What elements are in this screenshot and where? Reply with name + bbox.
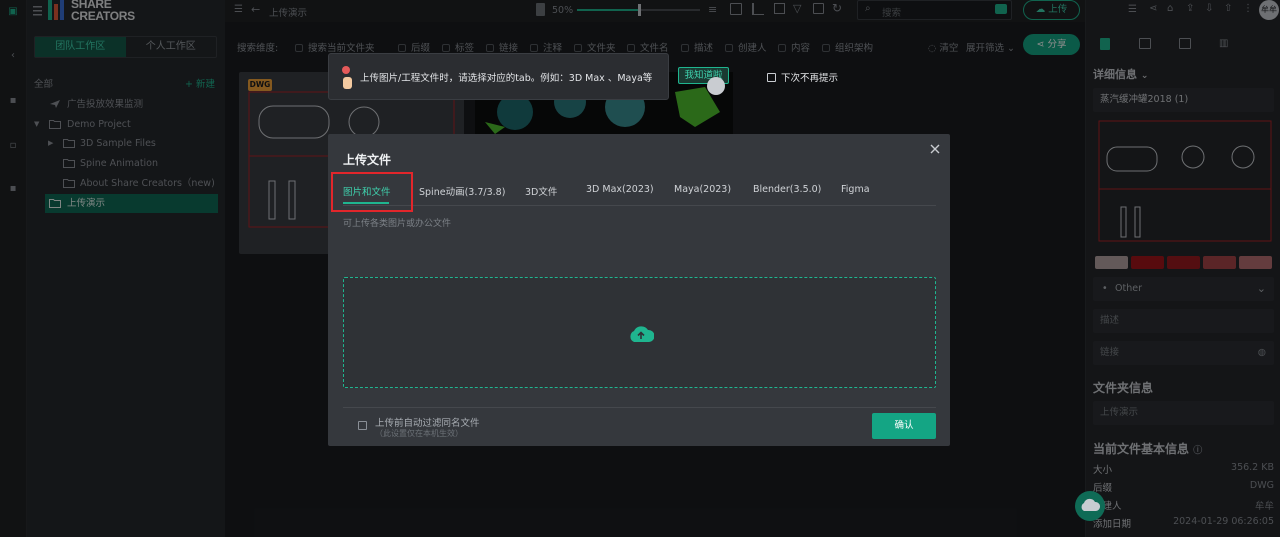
upload-hint-tooltip: 上传图片/工程文件时，请选择对应的tab。例如：3D Max 、Maya等 <box>328 53 669 100</box>
modal-title: 上传文件 <box>343 153 392 167</box>
tooltip-text: 上传图片/工程文件时，请选择对应的tab。例如：3D Max 、Maya等 <box>360 73 653 84</box>
confirm-button[interactable]: 确认 <box>872 413 936 439</box>
modal-footer-divider <box>343 407 936 408</box>
upload-type-tabs: 图片和文件 Spine动画(3.7/3.8) 3D文件 3D Max(2023)… <box>343 178 936 206</box>
tab-3dmax[interactable]: 3D Max(2023) <box>586 184 654 195</box>
cloud-upload-icon <box>630 326 654 342</box>
skip-duplicates-label: 上传前自动过滤同名文件 <box>375 418 480 429</box>
highlight-box <box>331 172 413 212</box>
hand-point-icon <box>342 66 352 89</box>
cloud-icon <box>1081 498 1101 511</box>
modal-subtitle: 可上传各类图片或办公文件 <box>343 219 452 229</box>
skip-duplicates-hint: （此设置仅在本机生效） <box>375 429 463 438</box>
upload-modal: 上传文件 图片和文件 Spine动画(3.7/3.8) 3D文件 3D Max(… <box>328 134 950 446</box>
drop-zone[interactable] <box>343 277 936 388</box>
dont-show-again-checkbox[interactable]: 下次不再提示 <box>767 70 838 84</box>
close-icon[interactable] <box>928 142 942 156</box>
tab-spine[interactable]: Spine动画(3.7/3.8) <box>419 184 505 198</box>
tab-3d-file[interactable]: 3D文件 <box>525 184 557 198</box>
cursor-icon <box>707 77 725 95</box>
tab-figma[interactable]: Figma <box>841 184 870 195</box>
checkbox-box[interactable] <box>358 421 367 430</box>
floating-action-button[interactable] <box>1075 491 1105 521</box>
tab-maya[interactable]: Maya(2023) <box>674 184 731 195</box>
tab-blender[interactable]: Blender(3.5.0) <box>753 184 821 195</box>
